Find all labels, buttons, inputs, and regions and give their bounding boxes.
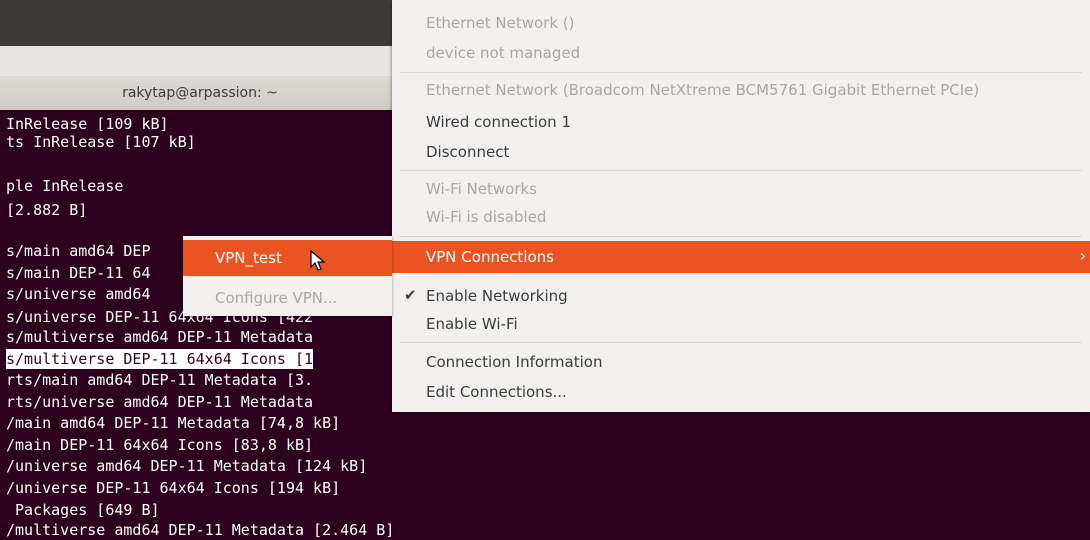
enable-wifi-item[interactable]: Enable Wi-Fi xyxy=(392,309,1090,339)
terminal-line: Packages [649 B] xyxy=(6,501,160,519)
terminal-line: ple InRelease xyxy=(6,177,124,195)
configure-vpn-item: Configure VPN... xyxy=(215,289,338,307)
mouse-pointer-icon xyxy=(310,249,326,276)
enable-networking-item[interactable]: ✔ Enable Networking xyxy=(392,281,1090,311)
terminal-line: s/universe amd64 xyxy=(6,285,151,303)
submenu-separator xyxy=(191,276,384,277)
checkmark-icon: ✔ xyxy=(404,286,417,304)
terminal-line: /universe amd64 DEP-11 Metadata [124 kB] xyxy=(6,457,368,475)
disconnect-item[interactable]: Disconnect xyxy=(392,137,1090,167)
wired-connection-item[interactable]: Wired connection 1 xyxy=(392,107,1090,137)
terminal-line: /main DEP-11 64x64 Icons [83,8 kB] xyxy=(6,436,314,454)
network-menu: Ethernet Network () device not managed E… xyxy=(392,0,1090,412)
chevron-right-icon: › xyxy=(1079,246,1086,265)
menu-separator xyxy=(400,72,1082,73)
terminal-line: s/main DEP-11 64 xyxy=(6,264,151,282)
terminal-line: InRelease [109 kB] xyxy=(6,115,169,133)
wifi-status: Wi-Fi is disabled xyxy=(426,208,547,226)
terminal-line: [2.882 B] xyxy=(6,201,88,219)
terminal-line-selected: s/multiverse DEP-11 64x64 Icons [1 xyxy=(6,349,314,369)
edit-connections-item[interactable]: Edit Connections... xyxy=(392,377,1090,407)
terminal-line: /main amd64 DEP-11 Metadata [74,8 kB] xyxy=(6,414,341,432)
menu-separator xyxy=(400,342,1082,343)
vpn-connections-item[interactable]: VPN Connections › xyxy=(392,241,1090,273)
terminal-line: ts InRelease [107 kB] xyxy=(6,133,196,151)
wifi-networks-header: Wi-Fi Networks xyxy=(426,180,537,198)
vpn-submenu: VPN_test Configure VPN... xyxy=(183,236,392,316)
vpn-test-item[interactable]: VPN_test xyxy=(183,240,392,276)
terminal-line: s/multiverse amd64 DEP-11 Metadata xyxy=(6,328,314,346)
ethernet-network-header: Ethernet Network () xyxy=(426,14,575,32)
terminal-line: s/main amd64 DEP xyxy=(6,242,151,260)
menu-separator xyxy=(400,236,1082,237)
ethernet-broadcom-header: Ethernet Network (Broadcom NetXtreme BCM… xyxy=(426,81,980,99)
terminal-line: rts/main amd64 DEP-11 Metadata [3. xyxy=(6,371,314,389)
window-title: rakytap@arpassion: ~ xyxy=(122,85,278,101)
window-toolbar xyxy=(0,46,400,76)
terminal-line: /universe DEP-11 64x64 Icons [194 kB] xyxy=(6,479,341,497)
connection-information-item[interactable]: Connection Information xyxy=(392,347,1090,377)
terminal-line: /multiverse amd64 DEP-11 Metadata [2.464… xyxy=(6,521,395,539)
terminal-titlebar: rakytap@arpassion: ~ xyxy=(0,76,400,110)
menu-separator xyxy=(400,170,1082,171)
ethernet-status: device not managed xyxy=(426,44,581,62)
terminal-line: rts/universe amd64 DEP-11 Metadata xyxy=(6,393,314,411)
